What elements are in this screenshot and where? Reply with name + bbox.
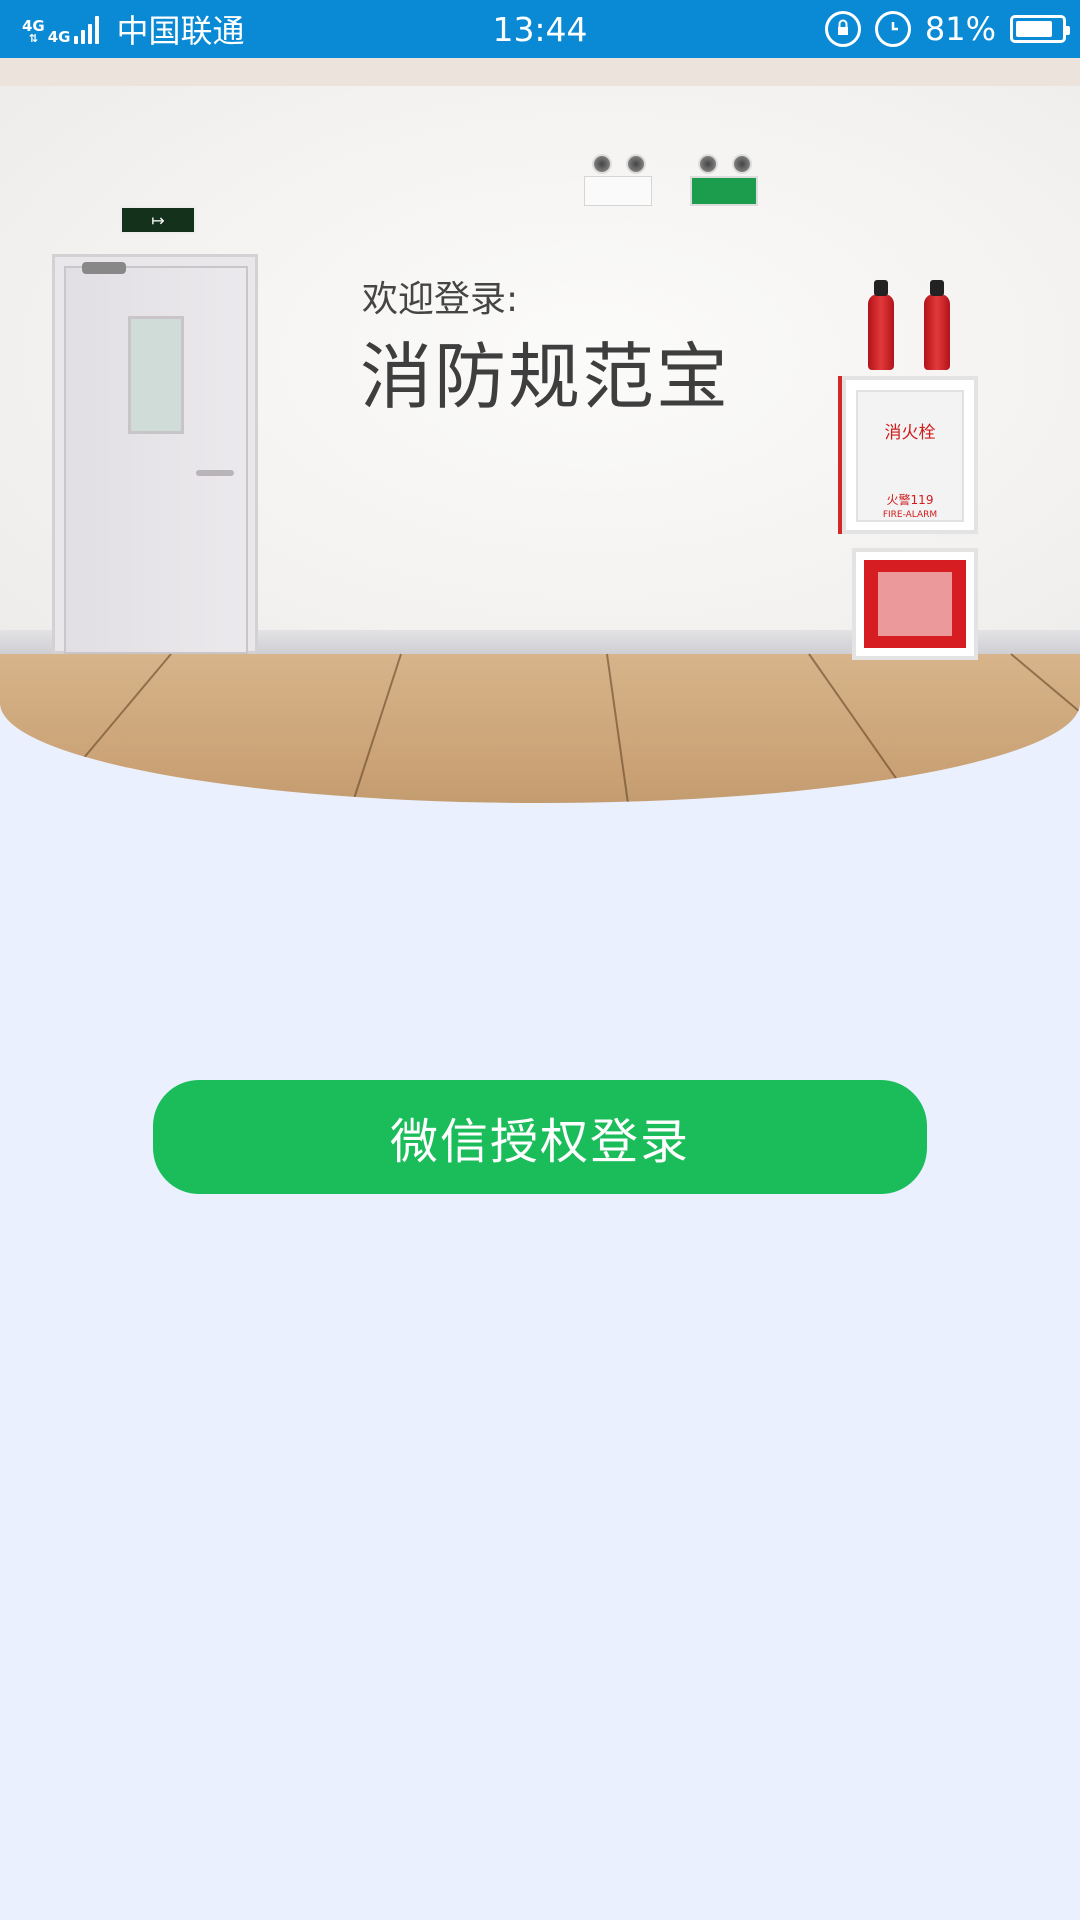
battery-percent: 81% (924, 10, 996, 48)
exit-sign-icon: ↦ (120, 206, 196, 234)
alarm-icon (874, 11, 911, 47)
app-name: 消防规范宝 (360, 335, 731, 419)
emergency-light-icon (584, 154, 652, 216)
fire-extinguisher-icon (868, 280, 894, 370)
door-closer (82, 262, 126, 274)
status-bar: 4G ⇅ 4G 中国联通 13:44 81% (0, 0, 1080, 58)
battery-level (1016, 21, 1052, 37)
welcome-text: 欢迎登录: (362, 279, 519, 320)
exit-light-icon (690, 154, 758, 216)
network-type-2: 4G (47, 28, 71, 46)
status-time: 13:44 (492, 9, 588, 49)
carrier-name: 中国联通 (116, 12, 245, 50)
hydrant-label: 消火栓 (884, 423, 936, 443)
battery-icon (1010, 15, 1070, 43)
status-left: 4G ⇅ 4G 中国联通 (22, 6, 245, 52)
network-type-1: 4G (22, 17, 45, 35)
fire-hydrant-cabinet: 消火栓 火警119 FIRE-ALARM (842, 376, 978, 534)
fire-extinguisher-icon (924, 280, 950, 370)
wechat-login-button[interactable]: 微信授权登录 (153, 1080, 927, 1194)
door-handle (196, 470, 234, 476)
hero-banner: ↦ 欢迎登录: 消防规范宝 消火栓 火警119 FIRE-ALARM (0, 58, 1080, 803)
wooden-floor (0, 654, 1080, 803)
fire-alarm-en: FIRE-ALARM (882, 510, 938, 520)
rotation-lock-icon (824, 11, 861, 47)
fire-alarm-label: 火警119 (886, 493, 934, 507)
door-window (128, 316, 184, 434)
extinguisher-cabinet (852, 548, 978, 660)
status-right: 81% (824, 10, 1070, 48)
signal-icon: 4G ⇅ 4G (22, 14, 99, 46)
